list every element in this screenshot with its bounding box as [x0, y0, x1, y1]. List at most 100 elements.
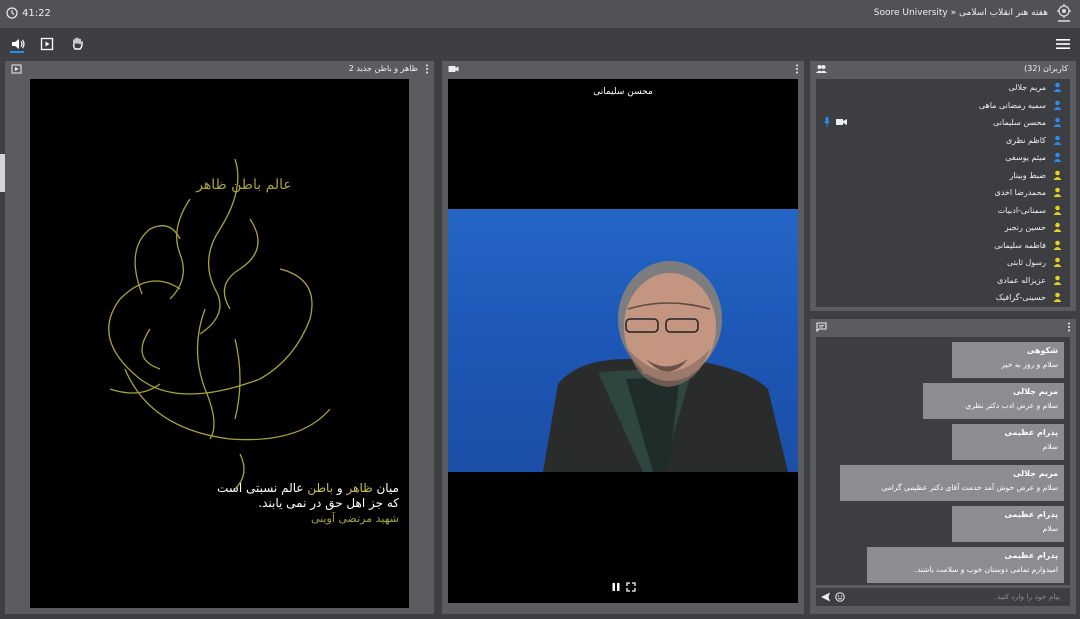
toolbar	[0, 29, 1080, 59]
user-list-item[interactable]: فاطمه سلیمانی	[816, 237, 1070, 255]
user-icon	[1053, 117, 1062, 127]
chat-message: پدرام عظیمی امیدوارم تمامی دوستان خوب و س…	[867, 547, 1064, 583]
user-list-item[interactable]: سمنانی-ادبیات	[816, 202, 1070, 220]
chat-message-author: شکوهی	[1026, 346, 1058, 355]
hamburger-menu-icon[interactable]	[1056, 38, 1070, 50]
user-icon	[1053, 100, 1062, 110]
users-panel: کاربران (32) مریم جلالی سمیه رمضانی ماهی م…	[810, 61, 1076, 311]
user-list-item[interactable]: محسن سلیمانی	[816, 114, 1070, 132]
chat-input-bar: پیام خود را وارد کنید.	[816, 588, 1070, 606]
audio-active-indicator	[10, 51, 24, 53]
chat-message: مریم جلالی سلام و عرض ادب دکتر نظری	[923, 383, 1064, 419]
more-options-icon[interactable]	[795, 64, 799, 74]
user-list-item[interactable]: میثم یوسفی	[816, 149, 1070, 167]
user-name: حسین رنجبر	[1004, 223, 1046, 232]
user-icon	[1053, 170, 1062, 180]
user-list-item[interactable]: سمیه رمضانی ماهی	[816, 97, 1070, 115]
chat-panel: شکوهی سلام و روز به خیر مریم جلالی سلام و ع…	[810, 319, 1076, 614]
user-icon	[1053, 187, 1062, 197]
fullscreen-icon[interactable]	[626, 582, 636, 592]
poster-text: و	[333, 481, 347, 495]
university-logo	[1057, 4, 1071, 22]
chat-message-text: سلام و روز به خیر	[1001, 360, 1058, 369]
presentation-title: ظاهر و باطن جدید 2	[348, 64, 418, 73]
users-list: مریم جلالی سمیه رمضانی ماهی محسن سلیمانی کا…	[816, 79, 1070, 307]
raise-hand-icon[interactable]	[70, 37, 86, 51]
more-options-icon[interactable]	[425, 64, 429, 74]
share-screen-icon[interactable]	[40, 37, 56, 51]
poster-author: شهید مرتضی آوینی	[310, 512, 399, 525]
user-name: محسن سلیمانی	[993, 118, 1046, 127]
chat-message: پدرام عظیمی سلام	[952, 424, 1064, 460]
emoji-icon[interactable]	[835, 592, 845, 602]
user-name: سمیه رمضانی ماهی	[978, 100, 1046, 110]
breadcrumb[interactable]: Soore University » هفته هنر انقلاب اسلام…	[874, 8, 1048, 18]
user-icon	[1053, 275, 1062, 285]
user-list-item[interactable]: رسول ثابتی	[816, 254, 1070, 272]
user-list-item[interactable]: ضبط وبینار	[816, 167, 1070, 185]
user-name: حسینی-گرافیک	[995, 293, 1046, 302]
user-icon	[1053, 152, 1062, 162]
chat-messages: شکوهی سلام و روز به خیر مریم جلالی سلام و ع…	[816, 337, 1070, 585]
user-list-item[interactable]: حسینی-گرافیک	[816, 289, 1070, 307]
chat-message-author: پدرام عظیمی	[1004, 510, 1058, 519]
presentation-icon	[11, 64, 22, 74]
users-header: کاربران (32)	[810, 61, 1076, 77]
user-name: فاطمه سلیمانی	[994, 240, 1046, 250]
poster-calligraphy: عالم باطن ظاهر	[195, 177, 292, 193]
chat-message-author: مریم جلالی	[1013, 469, 1058, 478]
user-name: رسول ثابتی	[1006, 258, 1046, 267]
video-panel: محسن سلیمانی	[442, 61, 804, 614]
speaker-webcam-image	[543, 261, 788, 472]
user-list-item[interactable]: محمدرضا اخدی	[816, 184, 1070, 202]
chat-header	[810, 319, 1076, 335]
more-options-icon[interactable]	[1067, 322, 1071, 332]
video-header	[442, 61, 804, 77]
poster-text: عالم نسبتی است	[217, 481, 308, 495]
video-camera-icon	[448, 66, 459, 72]
user-icon	[1053, 240, 1062, 250]
chat-message-author: پدرام عظیمی	[1004, 428, 1058, 437]
chat-message-text: امیدوارم تمامی دوستان خوب و سلامت باشند.	[914, 565, 1058, 574]
chat-message-text: سلام	[1042, 442, 1058, 451]
user-name: مریم جلالی	[1008, 83, 1046, 92]
poster-highlight: باطن	[307, 481, 334, 495]
user-name: کاظم نظری	[1006, 135, 1046, 145]
user-name: سمنانی-ادبیات	[997, 205, 1046, 215]
presentation-panel: ظاهر و باطن جدید 2 عالم باطن ظاهر میان ظ…	[5, 61, 434, 614]
speaker-icon[interactable]	[10, 37, 26, 51]
chat-message: پدرام عظیمی سلام	[952, 506, 1064, 542]
pause-icon[interactable]	[611, 582, 621, 592]
video-stream[interactable]: محسن سلیمانی	[448, 79, 798, 603]
user-list-item[interactable]: کاظم نظری	[816, 132, 1070, 150]
user-list-item[interactable]: حسین رنجبر	[816, 219, 1070, 237]
users-icon	[816, 65, 827, 73]
top-bar: 41:22 Soore University » هفته هنر انقلاب…	[0, 0, 1080, 28]
poster-highlight: ظاهر	[346, 481, 373, 495]
user-icon	[1053, 257, 1062, 267]
user-name: ضبط وبینار	[1009, 170, 1046, 180]
user-icon	[1053, 205, 1062, 215]
presentation-header: ظاهر و باطن جدید 2	[5, 61, 434, 77]
user-name: محمدرضا اخدی	[994, 188, 1046, 197]
chat-message: مریم جلالی سلام و عرض خوش آمد خدمت آقای د…	[840, 465, 1064, 501]
user-list-item[interactable]: مریم جلالی	[816, 79, 1070, 97]
chat-message-text: سلام و عرض ادب دکتر نظری	[965, 401, 1058, 410]
chat-message: شکوهی سلام و روز به خیر	[952, 342, 1064, 378]
chat-message-author: پدرام عظیمی	[1004, 551, 1058, 560]
speaker-name: محسن سلیمانی	[593, 87, 653, 97]
session-timer: 41:22	[6, 7, 51, 19]
chat-message-author: مریم جلالی	[1013, 387, 1058, 396]
webcam-feed	[448, 209, 798, 472]
chat-message-text: سلام و عرض خوش آمد خدمت آقای دکتر عظیمی …	[881, 483, 1059, 492]
session-time: 41:22	[22, 7, 51, 19]
poster-quote: میان ظاهر و باطن عالم نسبتی است که جز اه…	[217, 481, 399, 526]
users-title: کاربران (32)	[1024, 64, 1068, 73]
poster-text: میان	[372, 481, 399, 495]
chat-input[interactable]: پیام خود را وارد کنید.	[995, 592, 1060, 601]
send-icon[interactable]	[820, 592, 831, 602]
user-name: عزیزاله عمادی	[997, 275, 1046, 285]
user-list-item[interactable]: عزیزاله عمادی	[816, 272, 1070, 290]
microphone-on-icon	[824, 117, 830, 127]
user-icon	[1053, 82, 1062, 92]
